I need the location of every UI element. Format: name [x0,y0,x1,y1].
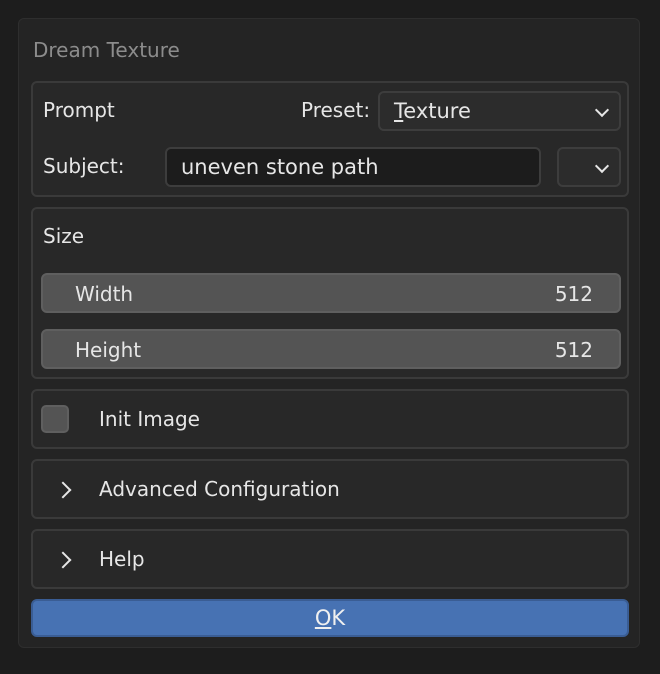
ok-label-rest: K [331,606,346,630]
size-panel: Size Width 512 Height 512 [31,207,629,379]
dialog-title: Dream Texture [33,38,180,62]
help-label: Help [99,547,145,571]
dream-texture-dialog: Dream Texture Prompt Preset: Texture Sub… [18,18,640,648]
height-label: Height [75,338,142,362]
chevron-down-icon [594,102,610,118]
subject-input-value: uneven stone path [181,155,379,179]
width-value: 512 [554,282,593,306]
chevron-right-icon [54,551,72,569]
init-image-checkbox[interactable] [41,405,69,433]
preset-label: Preset: [301,98,371,122]
width-slider[interactable]: Width 512 [41,273,621,313]
prompt-heading: Prompt [43,98,115,122]
help-panel[interactable]: Help [31,529,629,589]
init-image-panel: Init Image [31,389,629,449]
init-image-label: Init Image [99,407,200,431]
height-slider[interactable]: Height 512 [41,329,621,369]
advanced-configuration-panel[interactable]: Advanced Configuration [31,459,629,519]
chevron-down-icon [594,158,610,174]
preset-accelerator: T [394,99,404,123]
subject-suggestions-dropdown[interactable] [557,147,621,187]
preset-value-rest: exture [403,99,471,123]
ok-button[interactable]: OK [31,599,629,637]
chevron-right-icon [54,481,72,499]
prompt-panel: Prompt Preset: Texture Subject: uneven s… [31,81,629,197]
subject-label: Subject: [43,154,125,178]
ok-accelerator: O [314,606,332,630]
advanced-configuration-label: Advanced Configuration [99,477,340,501]
size-heading: Size [43,224,85,248]
preset-value: Texture [394,98,471,124]
height-value: 512 [554,338,593,362]
subject-input[interactable]: uneven stone path [165,147,541,187]
width-label: Width [75,282,134,306]
preset-dropdown[interactable]: Texture [378,91,621,131]
